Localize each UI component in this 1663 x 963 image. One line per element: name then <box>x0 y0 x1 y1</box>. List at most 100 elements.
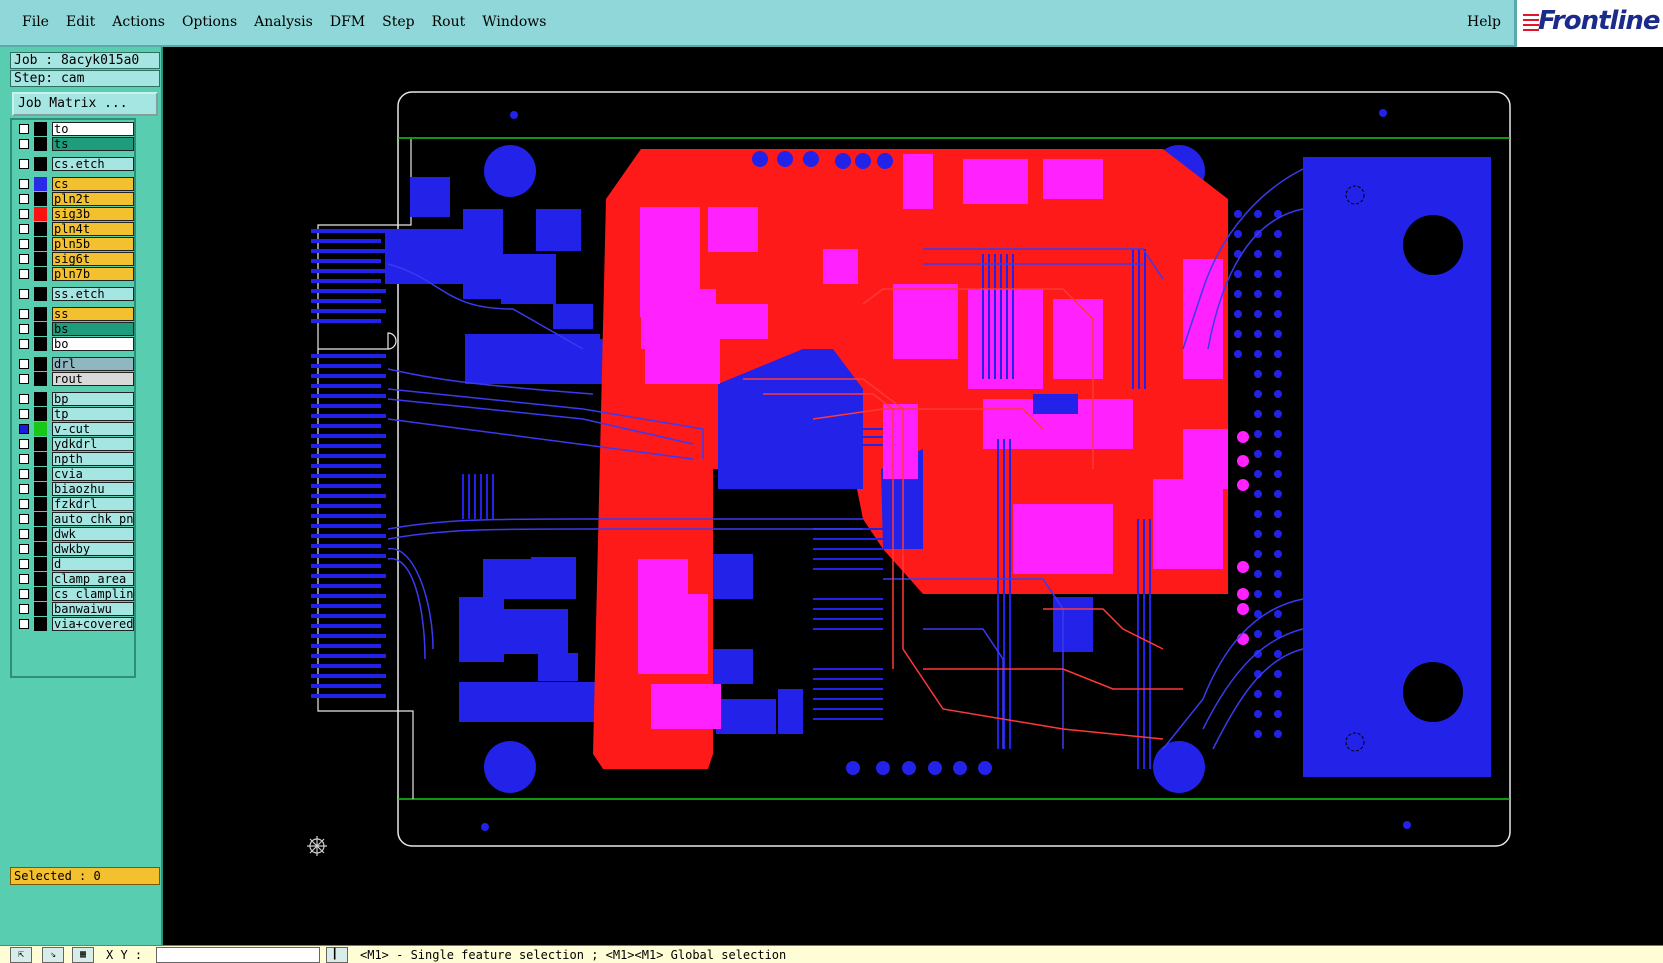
layer-color-swatch[interactable] <box>34 527 47 541</box>
layer-color-swatch[interactable] <box>34 267 47 281</box>
menu-step[interactable]: Step <box>382 14 414 30</box>
layer-row-dwk[interactable]: dwk <box>16 527 134 542</box>
layer-row-cs[interactable]: cs <box>16 177 134 192</box>
layer-row-v-cut[interactable]: v-cut <box>16 422 134 437</box>
menu-rout[interactable]: Rout <box>432 14 466 30</box>
layer-name[interactable]: sig6t <box>52 252 134 266</box>
layer-checkbox[interactable] <box>19 359 29 369</box>
layer-color-swatch[interactable] <box>34 482 47 496</box>
layer-row-bs[interactable]: bs <box>16 322 134 337</box>
layer-row-pln2t[interactable]: pln2t <box>16 192 134 207</box>
layer-color-swatch[interactable] <box>34 557 47 571</box>
layer-color-swatch[interactable] <box>34 572 47 586</box>
menu-edit[interactable]: Edit <box>66 14 95 30</box>
layer-color-swatch[interactable] <box>34 372 47 386</box>
layer-checkbox[interactable] <box>19 179 29 189</box>
layer-checkbox[interactable] <box>19 439 29 449</box>
menu-dfm[interactable]: DFM <box>330 14 365 30</box>
layer-color-swatch[interactable] <box>34 222 47 236</box>
layer-row-d[interactable]: d <box>16 557 134 572</box>
layer-row-ss.etch[interactable]: ss.etch <box>16 287 134 302</box>
layer-checkbox[interactable] <box>19 454 29 464</box>
xy-input[interactable] <box>156 947 320 963</box>
layer-name[interactable]: pln2t <box>52 192 134 206</box>
layer-color-swatch[interactable] <box>34 337 47 351</box>
layer-color-swatch[interactable] <box>34 437 47 451</box>
layer-name[interactable]: cs.etch <box>52 157 134 171</box>
layer-checkbox[interactable] <box>19 574 29 584</box>
menu-file[interactable]: File <box>22 14 49 30</box>
layer-checkbox[interactable] <box>19 394 29 404</box>
layer-name[interactable]: pln4t <box>52 222 134 236</box>
mode-button[interactable]: ▎ <box>326 947 348 963</box>
layer-checkbox[interactable] <box>19 544 29 554</box>
layer-color-swatch[interactable] <box>34 307 47 321</box>
layer-color-swatch[interactable] <box>34 587 47 601</box>
layer-row-bo[interactable]: bo <box>16 337 134 352</box>
layer-name[interactable]: biaozhu <box>52 482 134 496</box>
snap-tool-icon[interactable]: ⇱ <box>10 947 32 963</box>
layer-row-pln5b[interactable]: pln5b <box>16 237 134 252</box>
layer-color-swatch[interactable] <box>34 192 47 206</box>
layer-checkbox[interactable] <box>19 224 29 234</box>
job-matrix-button[interactable]: Job Matrix ... <box>12 92 158 116</box>
layer-checkbox[interactable] <box>19 514 29 524</box>
layer-checkbox[interactable] <box>19 159 29 169</box>
layer-checkbox[interactable] <box>19 484 29 494</box>
layer-row-ss[interactable]: ss <box>16 307 134 322</box>
layer-row-cvia[interactable]: cvia <box>16 467 134 482</box>
layer-checkbox[interactable] <box>19 339 29 349</box>
layer-checkbox[interactable] <box>19 374 29 384</box>
layer-checkbox[interactable] <box>19 254 29 264</box>
layer-color-swatch[interactable] <box>34 287 47 301</box>
layer-name[interactable]: ss.etch <box>52 287 134 301</box>
layer-row-sig3b[interactable]: sig3b <box>16 207 134 222</box>
layer-name[interactable]: v-cut <box>52 422 134 436</box>
layer-row-sig6t[interactable]: sig6t <box>16 252 134 267</box>
layer-color-swatch[interactable] <box>34 422 47 436</box>
layer-checkbox[interactable] <box>19 209 29 219</box>
layer-checkbox[interactable] <box>19 239 29 249</box>
layer-color-swatch[interactable] <box>34 617 47 631</box>
layer-name[interactable]: cs <box>52 177 134 191</box>
layer-row-npth[interactable]: npth <box>16 452 134 467</box>
layer-checkbox[interactable] <box>19 469 29 479</box>
layer-row-to[interactable]: to <box>16 122 134 137</box>
layer-name[interactable]: ydkdrl <box>52 437 134 451</box>
grid-tool-icon[interactable]: ▦ <box>72 947 94 963</box>
layer-checkbox[interactable] <box>19 124 29 134</box>
layer-name[interactable]: npth <box>52 452 134 466</box>
layer-color-swatch[interactable] <box>34 467 47 481</box>
layer-checkbox[interactable] <box>19 559 29 569</box>
layer-row-tp[interactable]: tp <box>16 407 134 422</box>
measure-tool-icon[interactable]: ⇘ <box>42 947 64 963</box>
layer-row-dwkby[interactable]: dwkby <box>16 542 134 557</box>
layer-color-swatch[interactable] <box>34 157 47 171</box>
layer-name[interactable]: tp <box>52 407 134 421</box>
layer-name[interactable]: pln5b <box>52 237 134 251</box>
layer-checkbox[interactable] <box>19 324 29 334</box>
layer-name[interactable]: via+covered <box>52 617 134 631</box>
layer-name[interactable]: d <box>52 557 134 571</box>
layer-name[interactable]: bp <box>52 392 134 406</box>
layer-color-swatch[interactable] <box>34 602 47 616</box>
layer-row-ts[interactable]: ts <box>16 137 134 152</box>
layer-name[interactable]: banwaiwu <box>52 602 134 616</box>
layer-row-banwaiwu[interactable]: banwaiwu <box>16 602 134 617</box>
menu-actions[interactable]: Actions <box>112 14 165 30</box>
layer-checkbox[interactable] <box>19 139 29 149</box>
layer-row-auto_chk_pn[interactable]: auto_chk_pn <box>16 512 134 527</box>
layer-name[interactable]: ss <box>52 307 134 321</box>
layer-checkbox[interactable] <box>19 194 29 204</box>
layer-color-swatch[interactable] <box>34 322 47 336</box>
layer-name[interactable]: pln7b <box>52 267 134 281</box>
layer-row-rout[interactable]: rout <box>16 372 134 387</box>
pcb-view[interactable] <box>163 49 1663 945</box>
layer-name[interactable]: sig3b <box>52 207 134 221</box>
layer-row-clamp_area[interactable]: clamp_area <box>16 572 134 587</box>
layer-checkbox[interactable] <box>19 289 29 299</box>
layer-name[interactable]: auto_chk_pn <box>52 512 134 526</box>
layer-name[interactable]: drl <box>52 357 134 371</box>
layer-checkbox[interactable] <box>19 619 29 629</box>
layer-checkbox[interactable] <box>19 309 29 319</box>
